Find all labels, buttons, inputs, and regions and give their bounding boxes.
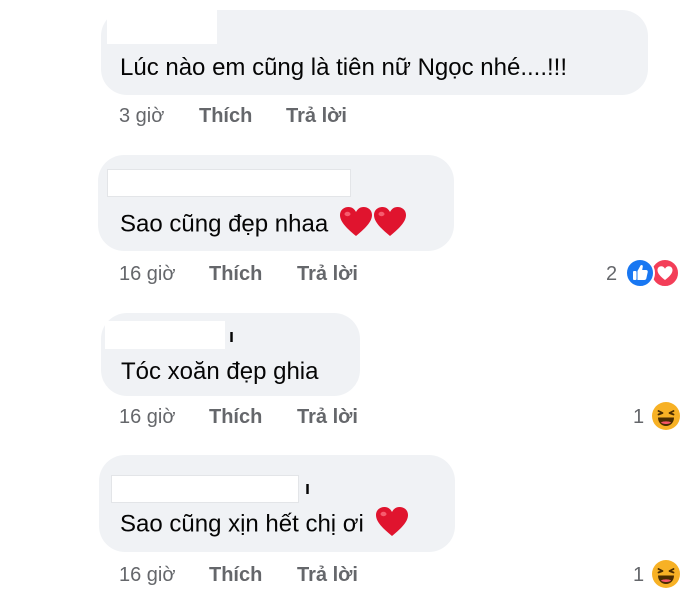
like-button[interactable]: Thích: [209, 565, 262, 585]
reply-button[interactable]: Trả lời: [297, 565, 358, 585]
haha-icon[interactable]: [651, 559, 681, 589]
comment-timestamp[interactable]: 16 giờ: [119, 565, 175, 585]
comment-item: ı Sao cũng xịn hết chị ơi 16 giờ Thích T…: [0, 0, 700, 601]
comment-text: Sao cũng xịn hết chị ơi: [120, 510, 364, 538]
redacted-author-name: [111, 475, 299, 503]
comment-bubble: ı Sao cũng xịn hết chị ơi: [99, 455, 455, 552]
reaction-count[interactable]: 1: [633, 565, 644, 585]
comment-text-row: Sao cũng xịn hết chị ơi: [120, 507, 409, 538]
author-name-fragment[interactable]: ı: [305, 479, 310, 497]
heart-emoji-icon: [375, 507, 408, 536]
